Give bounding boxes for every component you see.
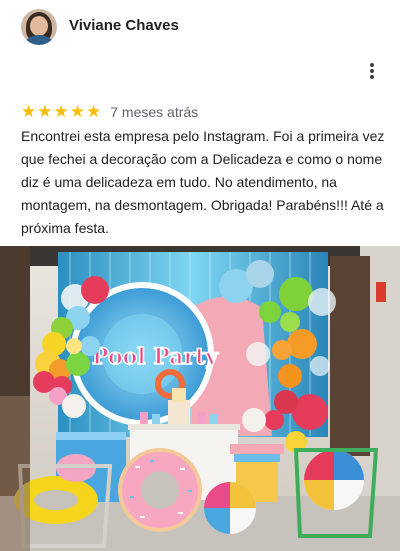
review-photo[interactable]: Pool Party [0,246,400,551]
pool-party-sign: Pool Party [92,344,219,370]
star-icon: ★ [37,102,53,121]
review-text: Encontrei esta empresa pelo Instagram. F… [21,128,385,236]
review-date: 7 meses atrás [110,104,199,120]
review-header: Viviane Chaves [0,0,400,56]
rating-row: ★ ★ ★ ★ ★ 7 meses atrás [21,103,198,121]
more-options-icon[interactable] [362,63,382,79]
star-icon: ★ [53,102,69,121]
avatar[interactable] [21,9,57,45]
star-icon: ★ [86,102,102,121]
author-name[interactable]: Viviane Chaves [69,17,179,34]
star-icon: ★ [69,102,85,121]
star-icon: ★ [21,102,37,121]
